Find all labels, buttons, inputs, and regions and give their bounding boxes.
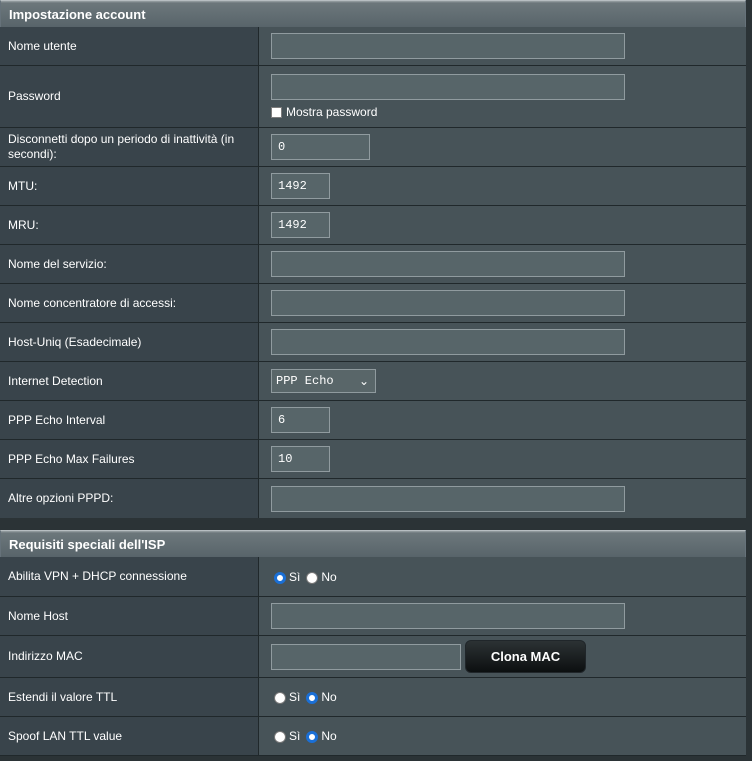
spoof-ttl-row: Spoof LAN TTL value Sì No (0, 717, 746, 756)
extend-ttl-yes-label: Sì (289, 690, 301, 704)
pppd-options-label: Altre opzioni PPPD: (0, 479, 259, 518)
echo-failures-input[interactable]: 10 (271, 446, 330, 472)
mac-address-input[interactable] (271, 643, 461, 670)
show-password-option: Mostra password (271, 105, 377, 119)
hostname-input[interactable] (271, 603, 625, 629)
concentrator-input[interactable] (271, 290, 625, 316)
username-label: Nome utente (0, 27, 259, 65)
idle-timeout-row: Disconnetti dopo un periodo di inattivit… (0, 128, 746, 167)
mtu-label: MTU: (0, 167, 259, 205)
host-uniq-input[interactable] (271, 329, 625, 355)
show-password-checkbox[interactable] (271, 106, 282, 118)
mru-row: MRU: 1492 (0, 206, 746, 245)
chevron-down-icon: ⌄ (358, 374, 369, 388)
vpn-dhcp-row: Abilita VPN + DHCP connessione Sì No (0, 557, 746, 597)
echo-interval-label: PPP Echo Interval (0, 401, 259, 439)
echo-interval-input[interactable]: 6 (271, 407, 330, 433)
spoof-ttl-yes-radio[interactable] (274, 731, 286, 743)
extend-ttl-no-label: No (321, 690, 337, 704)
show-password-label: Mostra password (286, 105, 378, 119)
concentrator-row: Nome concentratore di accessi: (0, 284, 746, 323)
internet-detection-select[interactable]: PPP Echo ⌄ (271, 369, 376, 393)
isp-requirements-header: Requisiti speciali dell'ISP (0, 530, 746, 557)
internet-detection-row: Internet Detection PPP Echo ⌄ (0, 362, 746, 401)
spoof-ttl-yes-label: Sì (289, 729, 301, 743)
echo-failures-row: PPP Echo Max Failures 10 (0, 440, 746, 479)
account-settings-header: Impostazione account (0, 0, 746, 27)
mru-label: MRU: (0, 206, 259, 244)
hostname-row: Nome Host (0, 597, 746, 636)
pppd-options-row: Altre opzioni PPPD: (0, 479, 746, 518)
mtu-input[interactable]: 1492 (271, 173, 330, 199)
username-row: Nome utente (0, 27, 746, 66)
service-name-row: Nome del servizio: (0, 245, 746, 284)
password-label: Password (0, 66, 259, 127)
hostname-label: Nome Host (0, 597, 259, 635)
echo-interval-row: PPP Echo Interval 6 (0, 401, 746, 440)
vpn-dhcp-yes-radio[interactable] (274, 571, 286, 584)
mtu-row: MTU: 1492 (0, 167, 746, 206)
extend-ttl-yes-radio[interactable] (274, 692, 286, 704)
vpn-dhcp-no-radio[interactable] (306, 571, 319, 584)
internet-detection-value: PPP Echo (276, 374, 334, 388)
mac-address-row: Indirizzo MAC Clona MAC (0, 636, 746, 678)
isp-requirements-panel: Requisiti speciali dell'ISP Abilita VPN … (0, 530, 746, 756)
password-row: Password Mostra password (0, 66, 746, 128)
pppd-options-input[interactable] (271, 485, 625, 512)
vpn-dhcp-yes-label: Sì (289, 569, 301, 584)
vpn-dhcp-label: Abilita VPN + DHCP connessione (0, 557, 259, 596)
service-name-label: Nome del servizio: (0, 245, 259, 283)
idle-timeout-input[interactable]: 0 (271, 134, 370, 160)
username-input[interactable] (271, 33, 625, 59)
clone-mac-button[interactable]: Clona MAC (465, 640, 586, 673)
extend-ttl-label: Estendi il valore TTL (0, 678, 259, 716)
account-settings-panel: Impostazione account Nome utente Passwor… (0, 0, 746, 518)
echo-failures-label: PPP Echo Max Failures (0, 440, 259, 478)
extend-ttl-no-radio[interactable] (306, 692, 319, 704)
mru-input[interactable]: 1492 (271, 212, 330, 238)
host-uniq-row: Host-Uniq (Esadecimale) (0, 323, 746, 362)
extend-ttl-row: Estendi il valore TTL Sì No (0, 678, 746, 717)
internet-detection-label: Internet Detection (0, 362, 259, 400)
service-name-input[interactable] (271, 251, 625, 277)
spoof-ttl-no-radio[interactable] (306, 731, 319, 743)
spoof-ttl-label: Spoof LAN TTL value (0, 717, 259, 755)
host-uniq-label: Host-Uniq (Esadecimale) (0, 323, 259, 361)
idle-timeout-label: Disconnetti dopo un periodo di inattivit… (0, 128, 259, 166)
spoof-ttl-no-label: No (321, 729, 337, 743)
vpn-dhcp-no-label: No (321, 569, 337, 584)
mac-address-label: Indirizzo MAC (0, 636, 259, 677)
concentrator-label: Nome concentratore di accessi: (0, 284, 259, 322)
password-input[interactable] (271, 74, 625, 100)
